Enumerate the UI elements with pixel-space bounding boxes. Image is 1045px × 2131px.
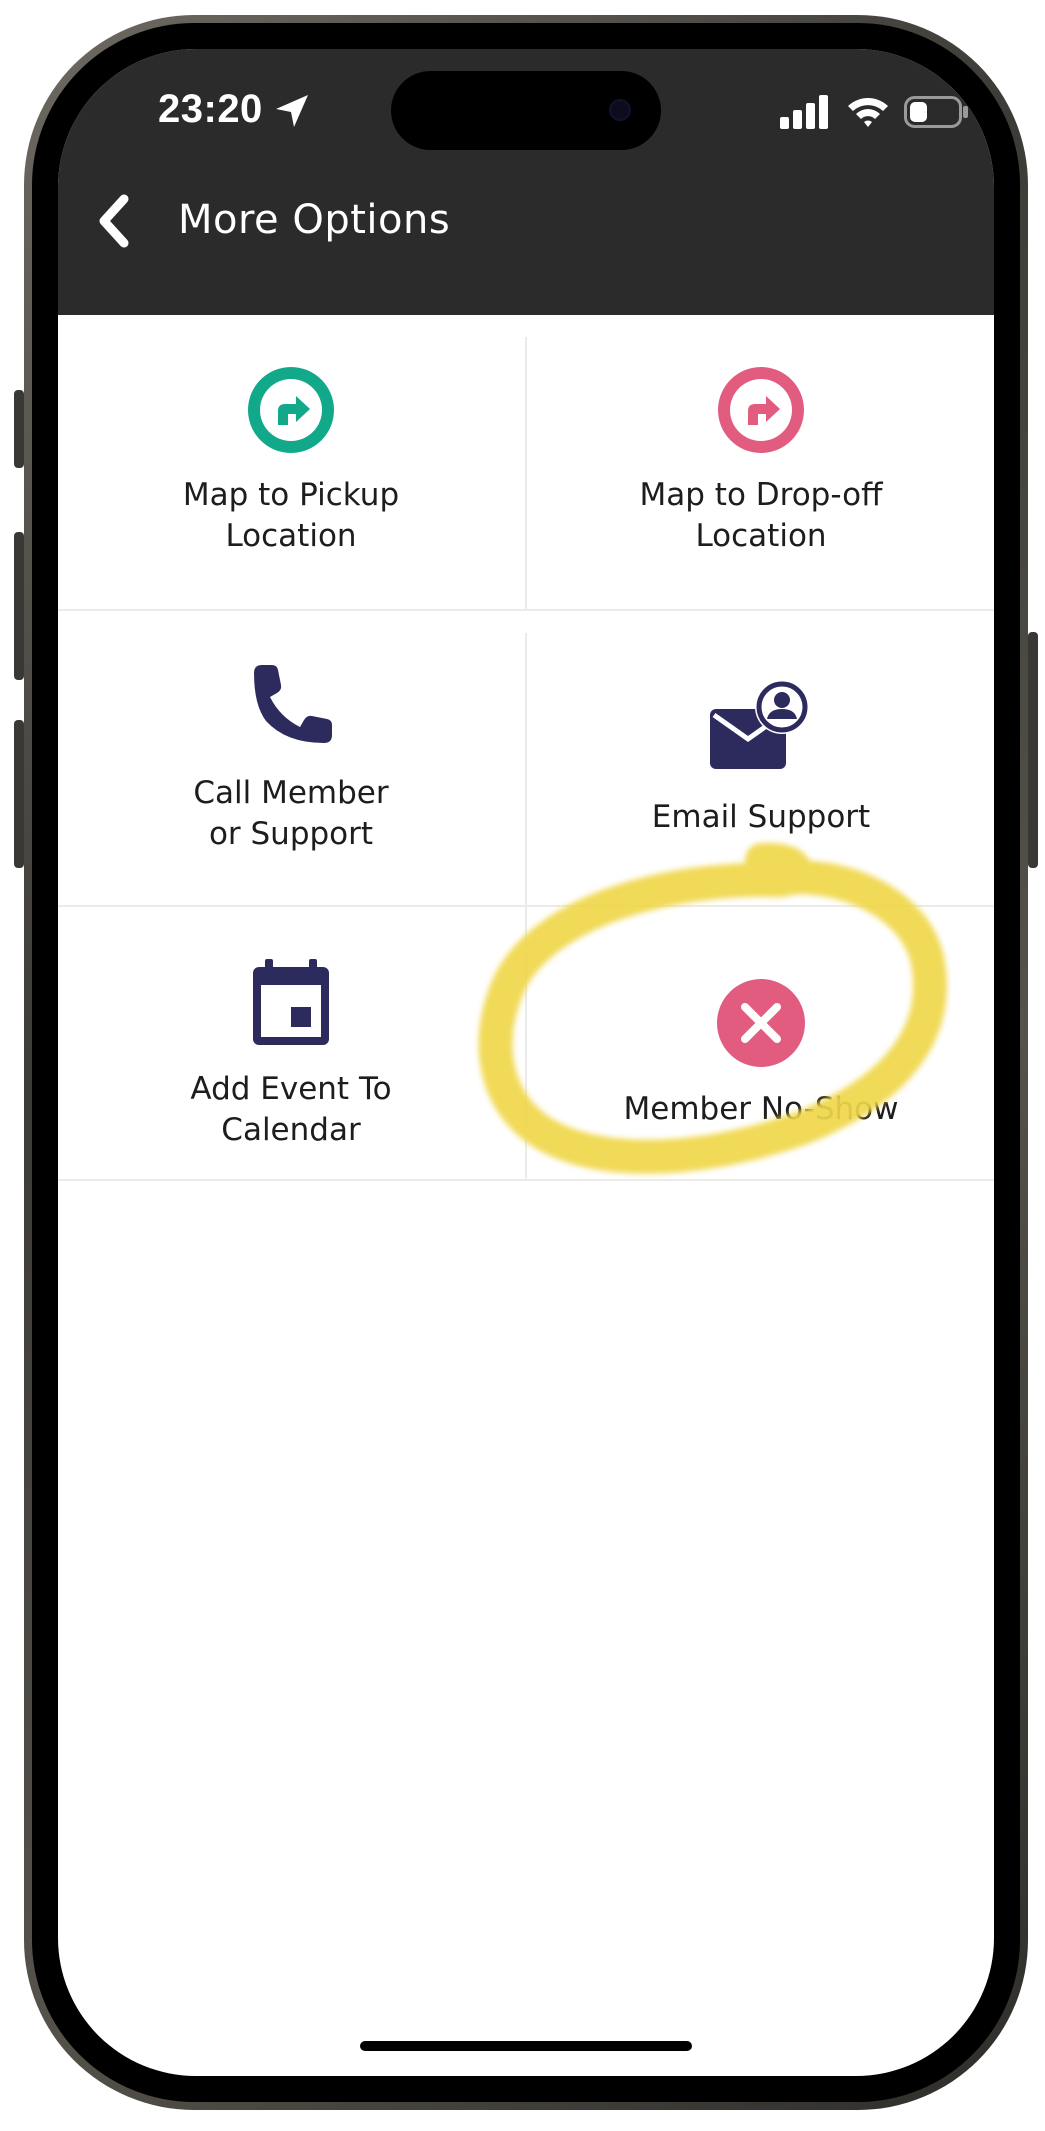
option-map-to-dropoff[interactable]: Map to Drop-off Location [528,315,994,609]
mail-person-icon [710,679,809,769]
option-call-member[interactable]: Call Member or Support [58,611,524,905]
status-time: 23:20 [158,87,263,131]
volume-up-button [14,532,24,680]
option-label: Member No-Show [623,1090,899,1127]
option-label: Map to Pickup Location [182,477,400,554]
page: 23:20 More Options Map to Pickup Locatio… [0,0,1045,2131]
turn-right-arrow-icon [248,367,334,453]
close-circle-icon [717,978,805,1067]
dynamic-island [391,71,661,150]
option-label: Add Event To Calendar [190,1071,392,1148]
phone-icon [254,665,332,743]
option-label: Email Support [651,798,871,835]
home-indicator [360,2041,692,2051]
option-add-event-calendar[interactable]: Add Event To Calendar [58,907,524,1201]
option-label: Map to Drop-off Location [639,477,883,554]
volume-down-button [14,720,24,868]
turn-right-arrow-icon [718,367,804,453]
grid-divider [525,633,527,905]
grid-divider [525,337,527,609]
grid-divider [525,907,527,1179]
option-map-to-pickup[interactable]: Map to Pickup Location [58,315,524,609]
option-label: Call Member or Support [193,775,389,852]
camera-icon [609,99,631,121]
power-button [1028,632,1038,868]
cellular-signal-icon [780,95,828,129]
back-chevron-icon[interactable] [86,189,142,253]
option-email-support[interactable]: Email Support [528,611,994,905]
action-button [14,390,24,468]
screen: 23:20 More Options Map to Pickup Locatio… [58,49,994,2076]
header: 23:20 More Options [58,49,994,315]
location-arrow-icon [276,95,308,127]
battery-icon [904,96,968,128]
page-title: More Options [178,197,451,243]
option-member-no-show[interactable]: Member No-Show [528,907,994,1201]
calendar-icon [253,959,329,1045]
wifi-icon [848,98,888,127]
